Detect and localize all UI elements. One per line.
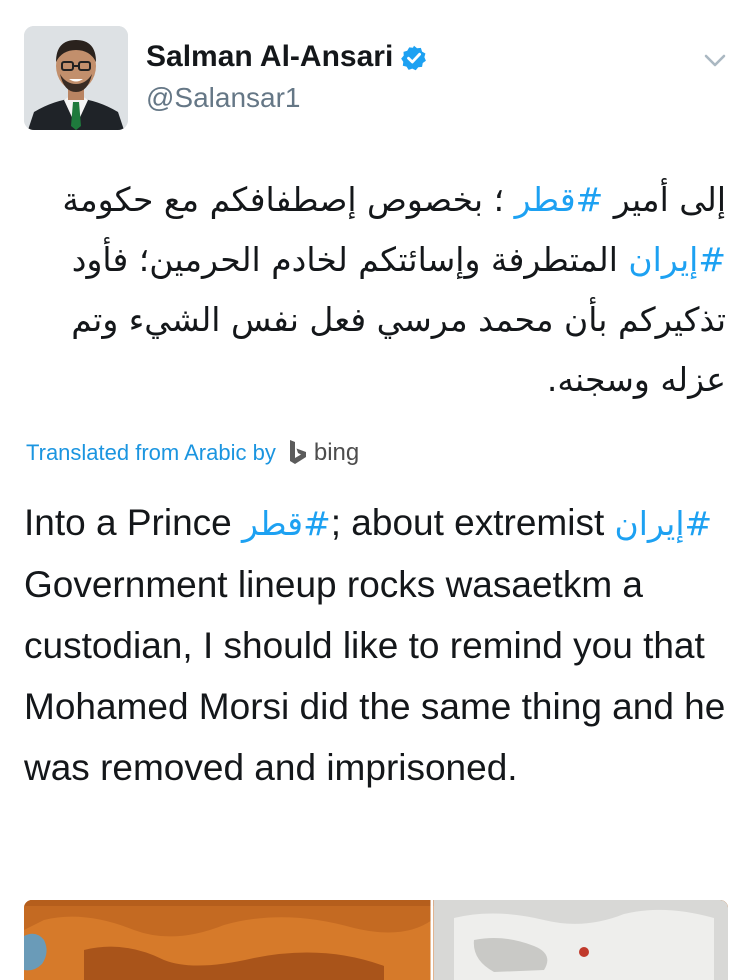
hashtag-link-iran[interactable]: #إيران bbox=[628, 240, 726, 279]
hashtag-link-qatar[interactable]: #قطر bbox=[515, 180, 604, 219]
bing-logo-icon bbox=[289, 440, 306, 464]
tweet-translated-text: Into a Prince قطر#; about extremist إيرا… bbox=[24, 492, 729, 798]
tweet-media-image[interactable] bbox=[24, 900, 728, 980]
bing-label: bing bbox=[313, 439, 360, 466]
tweet-card: Salman Al-Ansari @Salansar1 إلى أمير #قط… bbox=[0, 0, 750, 980]
translation-attribution: Translated from Arabic by bing bbox=[26, 437, 359, 469]
translated-text-part: Government lineup rocks wasaetkm a custo… bbox=[24, 564, 726, 788]
original-text-part: ؛ بخصوص إصطفافكم مع حكومة bbox=[62, 180, 515, 219]
translated-hashtag-iran[interactable]: إيران# bbox=[615, 504, 713, 543]
map-image bbox=[24, 900, 728, 980]
tweet-original-text: إلى أمير #قطر ؛ بخصوص إصطفافكم مع حكومة … bbox=[26, 170, 726, 410]
avatar[interactable] bbox=[24, 26, 128, 130]
user-handle[interactable]: @Salansar1 bbox=[146, 82, 301, 114]
avatar-photo bbox=[24, 26, 128, 130]
translated-text-part: ; about extremist bbox=[330, 502, 615, 543]
translated-text-part: Into a Prince bbox=[24, 502, 243, 543]
display-name[interactable]: Salman Al-Ansari bbox=[146, 40, 393, 74]
translated-hashtag-qatar[interactable]: قطر# bbox=[242, 504, 331, 543]
bing-logo[interactable]: bing bbox=[288, 439, 359, 467]
translation-label[interactable]: Translated from Arabic by bbox=[26, 440, 276, 466]
verified-badge-icon bbox=[401, 45, 426, 71]
chevron-down-icon[interactable] bbox=[700, 50, 730, 72]
original-text-part: إلى أمير bbox=[603, 180, 726, 219]
